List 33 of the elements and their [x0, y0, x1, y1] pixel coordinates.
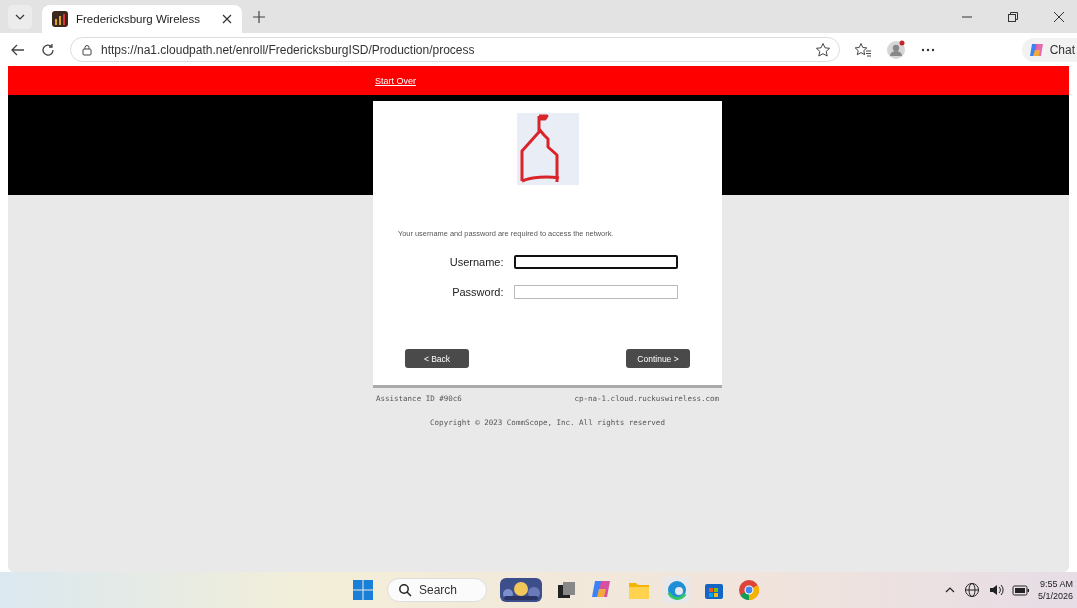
site-icon	[52, 11, 68, 27]
url-text: https://na1.cloudpath.net/enroll/FredericksburgISD/Production/process	[101, 42, 475, 57]
restore-icon[interactable]	[1007, 10, 1019, 23]
lock-icon	[81, 43, 93, 56]
input-field[interactable]	[513, 255, 678, 269]
taskbar-search[interactable]: Search	[387, 578, 487, 602]
clock-time: 9:55 AM	[1039, 578, 1073, 590]
nav-button[interactable]: < Back	[405, 349, 469, 368]
edge-browser-icon[interactable]	[664, 577, 690, 603]
speaker-icon[interactable]	[987, 582, 1004, 598]
search-icon	[398, 583, 412, 597]
battery-icon[interactable]	[1011, 583, 1030, 597]
input-field[interactable]	[513, 285, 678, 299]
nav-button[interactable]: Continue >	[626, 349, 690, 368]
close-icon[interactable]	[1053, 10, 1065, 23]
clock-date: 5/1/2026	[1037, 590, 1073, 602]
star-icon[interactable]	[815, 41, 831, 58]
task-view-icon[interactable]	[555, 579, 577, 601]
field-label: Username:	[448, 256, 504, 268]
copilot-button[interactable]: Chat	[1021, 37, 1077, 62]
profile-avatar-icon[interactable]	[886, 39, 906, 60]
tab-title: Fredericksburg Wireless	[76, 13, 201, 25]
reload-icon[interactable]	[40, 41, 56, 58]
new-tab-icon[interactable]	[252, 9, 266, 24]
browser-tab[interactable]: Fredericksburg Wireless	[42, 5, 242, 33]
globe-icon[interactable]	[963, 582, 980, 598]
close-icon[interactable]	[222, 14, 232, 24]
field-label: Password:	[451, 286, 504, 298]
start-over-link[interactable]: Start Over	[375, 75, 416, 86]
schoolhouse-logo	[516, 113, 579, 185]
favorites-icon[interactable]	[854, 41, 872, 58]
windows-start-icon[interactable]	[352, 579, 374, 601]
chrome-icon[interactable]	[738, 579, 760, 601]
